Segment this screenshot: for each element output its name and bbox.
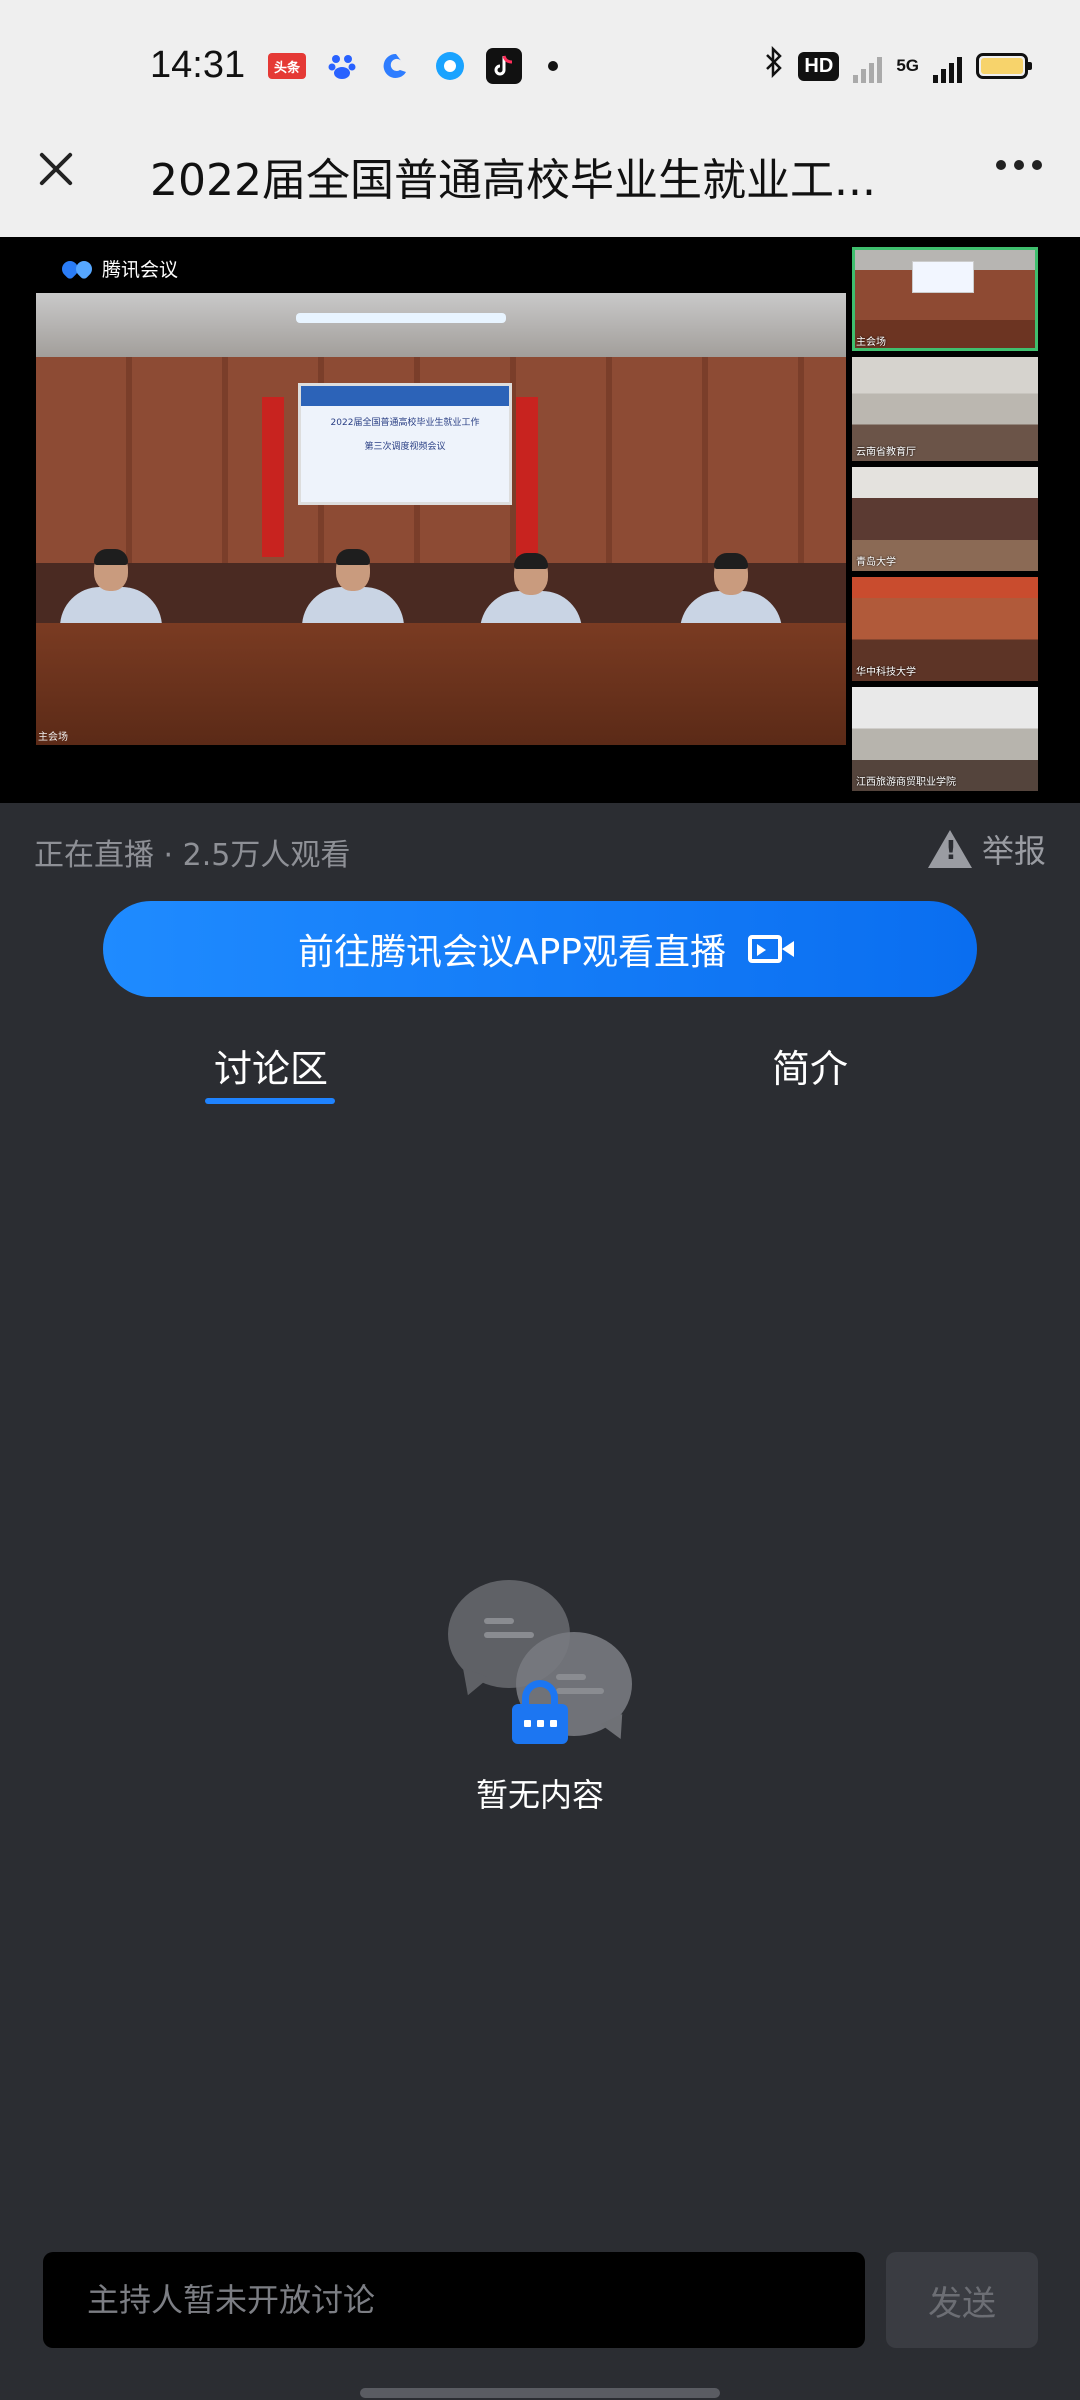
live-video-player[interactable]: 腾讯会议 2022届全国普通高校毕业生就业工作 第三次调度视频会议 主会场 主会… — [0, 237, 1080, 803]
room-ceiling — [36, 293, 846, 363]
conference-table — [36, 623, 846, 745]
open-app-label: 前往腾讯会议APP观看直播 — [297, 932, 727, 973]
home-indicator[interactable] — [360, 2388, 720, 2398]
thumbnail-label: 青岛大学 — [856, 557, 896, 568]
more-dot-icon — [1032, 160, 1042, 170]
tencent-video-icon — [432, 48, 468, 84]
battery-icon — [976, 53, 1032, 79]
red-flag — [516, 397, 538, 557]
more-dot-icon — [996, 160, 1006, 170]
thumbnail-label: 主会场 — [856, 337, 886, 348]
thumbnail-venue[interactable]: 主会场 — [852, 247, 1038, 351]
title-bar: 2022届全国普通高校毕业生就业工... — [0, 100, 1080, 237]
report-button[interactable]: 举报 — [927, 826, 1046, 872]
network-type-icon: 5G — [896, 56, 919, 75]
signal-sim2-icon — [933, 49, 962, 83]
tencent-meeting-logo: 腾讯会议 — [62, 255, 178, 282]
live-status-text: 正在直播 · 2.5万人观看 — [34, 838, 351, 873]
comment-input[interactable] — [43, 2252, 865, 2348]
brand-label: 腾讯会议 — [102, 259, 179, 281]
more-dot-icon — [1014, 160, 1024, 170]
tencent-meeting-logo-icon — [62, 259, 96, 279]
main-venue-label: 主会场 — [38, 732, 68, 743]
thumbnail-label: 华中科技大学 — [856, 667, 916, 678]
tab-introduction[interactable]: 简介 — [772, 1038, 848, 1093]
quark-icon — [378, 48, 414, 84]
tab-discussion[interactable]: 讨论区 — [214, 1038, 328, 1093]
baidu-icon — [324, 48, 360, 84]
signal-sim1-icon — [853, 49, 883, 83]
thumbnail-venue[interactable]: 云南省教育厅 — [852, 357, 1038, 461]
thumbnail-label: 江西旅游商贸职业学院 — [856, 777, 956, 788]
ceiling-light — [296, 313, 506, 323]
empty-discussion-illustration — [448, 1580, 632, 1750]
tiktok-icon — [486, 48, 522, 84]
video-camera-icon — [748, 935, 795, 963]
main-video-feed: 2022届全国普通高校毕业生就业工作 第三次调度视频会议 主会场 — [36, 293, 846, 745]
red-flag — [262, 397, 284, 557]
thumbnail-venue[interactable]: 华中科技大学 — [852, 577, 1038, 681]
thumbnail-venue[interactable]: 江西旅游商贸职业学院 — [852, 687, 1038, 791]
hd-voice-icon: HD — [798, 51, 840, 81]
status-time: 14:31 — [150, 44, 246, 86]
participant-thumbnails: 主会场 云南省教育厅 青岛大学 华中科技大学 江西旅游商贸职业学院 — [852, 247, 1038, 791]
screen-header — [301, 386, 509, 406]
thumbnail-label: 云南省教育厅 — [856, 447, 916, 458]
toutiao-icon: 头条 — [268, 53, 306, 79]
more-notifications-dot — [548, 61, 558, 71]
thumbnail-venue[interactable]: 青岛大学 — [852, 467, 1038, 571]
screen-title-line1: 2022届全国普通高校毕业生就业工作 — [330, 418, 480, 428]
projection-screen: 2022届全国普通高校毕业生就业工作 第三次调度视频会议 — [298, 383, 512, 505]
empty-state-text: 暂无内容 — [475, 1776, 604, 1814]
report-label: 举报 — [981, 832, 1046, 870]
more-options-button[interactable] — [996, 160, 1042, 170]
warning-icon — [927, 830, 972, 868]
close-button[interactable] — [30, 144, 80, 194]
notification-icons: 头条 — [268, 48, 558, 84]
system-status-icons: HD 5G — [764, 45, 1032, 86]
screen-title-line2: 第三次调度视频会议 — [364, 442, 446, 452]
bluetooth-icon — [764, 45, 784, 86]
open-app-button[interactable]: 前往腾讯会议APP观看直播 — [103, 901, 977, 997]
page-title: 2022届全国普通高校毕业生就业工... — [150, 155, 876, 206]
active-tab-indicator — [205, 1098, 335, 1104]
send-button[interactable]: 发送 — [886, 2252, 1038, 2348]
